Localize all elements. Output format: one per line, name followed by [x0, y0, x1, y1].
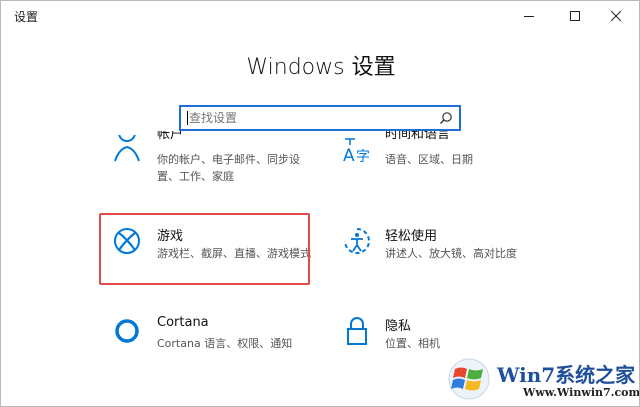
- cortana-icon: [115, 319, 139, 343]
- windows-logo-icon: [448, 358, 490, 400]
- close-icon: [610, 10, 622, 22]
- minimize-button[interactable]: [506, 1, 552, 31]
- tile-title: Cortana: [157, 315, 209, 330]
- maximize-icon: [570, 11, 580, 21]
- tile-description: 讲述人、放大镜、高对比度: [385, 247, 517, 260]
- tile-time-language[interactable]: A 字 时间和语言 语音、区域、日期: [341, 131, 571, 191]
- close-button[interactable]: [593, 1, 639, 31]
- watermark: Win7系统之家 Www.Winwin7.com: [441, 353, 640, 406]
- text-caret: [187, 111, 188, 125]
- settings-window: 设置 Windows 设置 查找设置 帐户 你的帐户、电子邮件、同步设 置、工作…: [0, 0, 640, 407]
- minimize-icon: [524, 16, 534, 17]
- tile-title: 轻松使用: [385, 229, 438, 244]
- tile-cortana[interactable]: Cortana Cortana 语言、权限、通知: [111, 315, 331, 355]
- app-title: 设置: [14, 10, 39, 24]
- lock-icon: [347, 317, 367, 345]
- tile-description: Cortana 语言、权限、通知: [157, 337, 293, 350]
- watermark-url: Www.Winwin7.com: [523, 386, 640, 399]
- tile-description: 你的帐户、电子邮件、同步设 置、工作、家庭: [157, 153, 300, 183]
- tile-title: 隐私: [385, 319, 412, 334]
- svg-text:字: 字: [356, 149, 370, 165]
- search-input[interactable]: [181, 107, 439, 129]
- ease-of-access-icon: [344, 228, 370, 254]
- page-title: Windows 设置: [246, 55, 396, 80]
- language-icon: A 字: [343, 138, 370, 166]
- person-icon: [114, 135, 140, 162]
- tile-title: 帐户: [157, 131, 184, 142]
- tile-privacy[interactable]: 隐私 位置、相机: [341, 315, 571, 355]
- search-icon[interactable]: [439, 111, 453, 125]
- tile-accounts[interactable]: 帐户 你的帐户、电子邮件、同步设 置、工作、家庭: [111, 131, 331, 191]
- tile-description: 位置、相机: [385, 337, 440, 350]
- highlight-box: [99, 213, 310, 285]
- svg-text:A: A: [343, 146, 355, 166]
- title-bar: 设置: [1, 1, 639, 31]
- search-box[interactable]: [179, 105, 461, 131]
- tile-title: 时间和语言: [385, 131, 451, 142]
- watermark-brand: Win7系统之家: [497, 363, 636, 387]
- maximize-button[interactable]: [552, 1, 598, 31]
- tile-ease-of-access[interactable]: 轻松使用 讲述人、放大镜、高对比度: [341, 225, 571, 265]
- tile-description: 语音、区域、日期: [385, 153, 473, 166]
